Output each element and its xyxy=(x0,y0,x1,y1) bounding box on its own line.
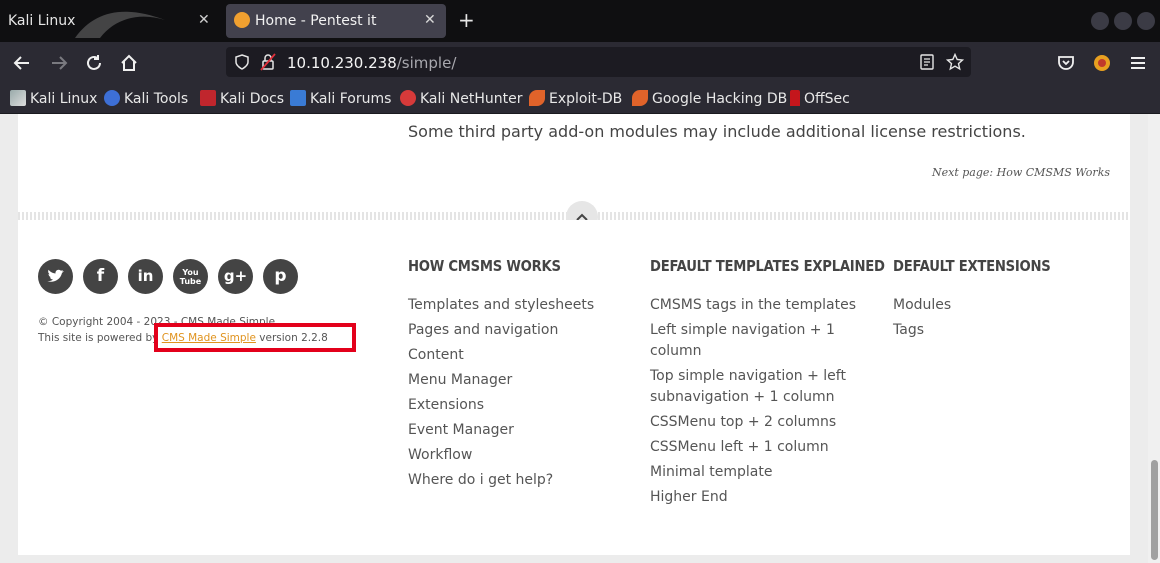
footer-link[interactable]: Event Manager xyxy=(408,420,628,441)
back-arrow-icon[interactable] xyxy=(11,52,33,74)
close-window-icon[interactable] xyxy=(1137,12,1155,30)
footer-link[interactable]: CMSMS tags in the templates xyxy=(650,295,870,316)
close-tab-icon[interactable]: ✕ xyxy=(198,12,210,28)
column-heading: DEFAULT TEMPLATES EXPLAINED xyxy=(650,257,885,275)
bookmarks-toolbar: Kali Linux Kali Tools Kali Docs Kali For… xyxy=(0,84,1160,114)
hamburger-menu-icon[interactable] xyxy=(1127,52,1149,74)
url-path: /simple/ xyxy=(396,54,457,72)
pinterest-icon[interactable]: p xyxy=(263,259,298,294)
shield-icon[interactable] xyxy=(234,54,250,70)
bookmark-kali-nethunter[interactable]: Kali NetHunter xyxy=(400,90,522,108)
bookmark-star-icon[interactable] xyxy=(946,53,964,71)
bookmark-kali-tools[interactable]: Kali Tools xyxy=(104,90,188,108)
reload-icon[interactable] xyxy=(83,52,105,74)
footer-link[interactable]: Workflow xyxy=(408,445,628,466)
bookmark-offsec[interactable]: OffSec xyxy=(790,90,850,108)
bookmark-kali-linux[interactable]: Kali Linux xyxy=(10,90,97,108)
bookmark-google-hacking-db[interactable]: Google Hacking DB xyxy=(632,90,787,108)
footer-link[interactable]: Left simple navigation + 1 column xyxy=(650,320,870,362)
insecure-lock-icon[interactable] xyxy=(260,53,276,71)
social-glyph: p xyxy=(274,266,287,286)
bookmark-label: Kali NetHunter xyxy=(420,91,523,107)
powered-prefix: This site is powered by xyxy=(38,332,162,344)
bookmark-label: Kali Docs xyxy=(220,91,285,107)
url-text: 10.10.230.238/simple/ xyxy=(287,54,456,72)
linkedin-icon[interactable]: in xyxy=(128,259,163,294)
twitter-icon[interactable] xyxy=(38,259,73,294)
bookmark-exploit-db[interactable]: Exploit-DB xyxy=(529,90,622,108)
bookmark-kali-forums[interactable]: Kali Forums xyxy=(290,90,391,108)
tab-strip: Kali Linux ✕ Home - Pentest it ✕ + xyxy=(0,0,1160,42)
forward-arrow-icon[interactable] xyxy=(48,52,70,74)
footer-link[interactable]: CSSMenu top + 2 columns xyxy=(650,412,870,433)
social-glyph: g+ xyxy=(223,267,248,285)
youtube-icon[interactable]: You Tube xyxy=(173,259,208,294)
column-heading: HOW CMSMS WORKS xyxy=(408,257,561,275)
tab-kali-linux[interactable]: Kali Linux ✕ xyxy=(0,4,222,38)
footer-link[interactable]: Content xyxy=(408,345,628,366)
footer-link[interactable]: Extensions xyxy=(408,395,628,416)
footer-link[interactable]: Minimal template xyxy=(650,462,870,483)
column-links: CMSMS tags in the templates Left simple n… xyxy=(650,295,870,508)
kali-docs-icon xyxy=(200,90,216,106)
next-page-link[interactable]: Next page: How CMSMS Works xyxy=(932,166,1110,179)
content-card: Some third party add-on modules may incl… xyxy=(18,114,1130,212)
bookmark-label: Exploit-DB xyxy=(549,91,623,107)
offsec-icon xyxy=(790,90,800,106)
tab-home-pentest-it[interactable]: Home - Pentest it ✕ xyxy=(226,4,446,38)
bookmark-label: Kali Tools xyxy=(124,91,189,107)
exploit-db-icon xyxy=(529,90,545,106)
ghdb-icon xyxy=(632,90,648,106)
column-heading: DEFAULT EXTENSIONS xyxy=(893,257,1051,275)
social-glyph: in xyxy=(137,267,154,285)
footer-link[interactable]: Where do i get help? xyxy=(408,470,628,491)
pocket-icon[interactable] xyxy=(1055,52,1077,74)
page-scrollbar-thumb[interactable] xyxy=(1151,460,1158,560)
close-tab-icon[interactable]: ✕ xyxy=(424,12,436,28)
bookmark-label: OffSec xyxy=(804,91,850,107)
red-highlight-box xyxy=(154,323,356,352)
footer-link[interactable]: Top simple navigation + left subnavigati… xyxy=(650,366,870,408)
footer-link[interactable]: Modules xyxy=(893,295,1113,316)
tab-label: Home - Pentest it xyxy=(255,13,377,29)
minimize-window-icon[interactable] xyxy=(1091,12,1109,30)
kali-forums-icon xyxy=(290,90,306,106)
extension-icon[interactable] xyxy=(1091,52,1113,74)
kali-tools-icon xyxy=(104,90,120,106)
footer-column-default-extensions: DEFAULT EXTENSIONS Modules Tags xyxy=(893,257,1113,345)
footer-link[interactable]: Templates and stylesheets xyxy=(408,295,628,316)
bookmark-label: Kali Forums xyxy=(310,91,392,107)
footer-column-how-cmsms-works: HOW CMSMS WORKS Templates and stylesheet… xyxy=(408,257,628,495)
footer-link[interactable]: CSSMenu left + 1 column xyxy=(650,437,870,458)
tab-label: Kali Linux xyxy=(8,13,76,29)
footer-column-default-templates: DEFAULT TEMPLATES EXPLAINED CMSMS tags i… xyxy=(650,257,885,512)
footer-link[interactable]: Higher End xyxy=(650,487,870,508)
license-text: Some third party add-on modules may incl… xyxy=(408,122,1026,141)
new-tab-plus-icon[interactable]: + xyxy=(458,8,475,32)
facebook-icon[interactable]: f xyxy=(83,259,118,294)
maximize-window-icon[interactable] xyxy=(1114,12,1132,30)
google-plus-icon[interactable]: g+ xyxy=(218,259,253,294)
reader-view-icon[interactable] xyxy=(919,54,935,70)
footer-link[interactable]: Tags xyxy=(893,320,1113,341)
address-bar[interactable]: 10.10.230.238/simple/ xyxy=(226,47,971,77)
bookmark-label: Google Hacking DB xyxy=(652,91,788,107)
kali-dragon-icon xyxy=(10,90,26,106)
column-links: Templates and stylesheets Pages and navig… xyxy=(408,295,628,491)
home-icon[interactable] xyxy=(118,52,140,74)
url-host: 10.10.230.238 xyxy=(287,54,397,72)
footer-link[interactable]: Menu Manager xyxy=(408,370,628,391)
bookmark-label: Kali Linux xyxy=(30,91,98,107)
social-glyph: You Tube xyxy=(179,268,202,286)
twitter-bird-glyph xyxy=(47,269,64,282)
site-favicon-icon xyxy=(234,12,250,28)
footer-link[interactable]: Pages and navigation xyxy=(408,320,628,341)
social-glyph: f xyxy=(96,266,105,286)
page-viewport: Some third party add-on modules may incl… xyxy=(0,114,1160,563)
bookmark-kali-docs[interactable]: Kali Docs xyxy=(200,90,284,108)
column-links: Modules Tags xyxy=(893,295,1113,341)
nethunter-icon xyxy=(400,90,416,106)
